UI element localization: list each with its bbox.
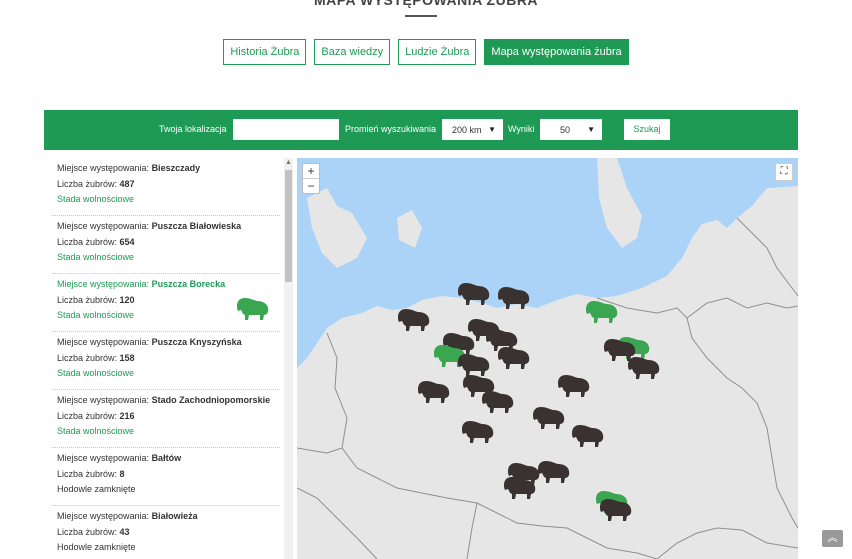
bison-count: 158: [119, 352, 135, 363]
nav-mapa-button[interactable]: Mapa występowania żubra: [484, 39, 629, 65]
bison-count: 654: [119, 236, 135, 247]
location-prefix: Miejsce występowania:: [57, 337, 150, 347]
zoom-control: + −: [302, 163, 320, 194]
count-prefix: Liczba żubrów:: [57, 410, 118, 421]
location-prefix: Miejsce występowania:: [57, 395, 150, 405]
chevron-down-icon: ▼: [587, 125, 595, 134]
location-prefix: Miejsce występowania:: [57, 163, 150, 173]
results-value: 50: [560, 125, 571, 135]
herd-type: Hodowle zamknięte: [57, 484, 136, 494]
bison-icon: [237, 298, 269, 320]
location-name: Puszcza Białowieska: [151, 221, 242, 231]
location-prefix: Miejsce występowania:: [57, 221, 150, 231]
nav-baza-wiedzy-button[interactable]: Baza wiedzy: [314, 39, 391, 65]
location-list: Miejsce występowania: Bieszczady Liczba …: [52, 158, 280, 559]
scroll-up-arrow-icon[interactable]: ▲: [284, 158, 293, 168]
nav-tabs: Historia Żubra Baza wiedzy Ludzie Żubra …: [0, 39, 852, 65]
search-bar: Twoja lokalizacja Promień wyszukiwania 2…: [44, 110, 798, 150]
list-item[interactable]: Miejsce występowania: Bieszczady Liczba …: [52, 158, 280, 216]
nav-historia-button[interactable]: Historia Żubra: [223, 39, 307, 65]
count-prefix: Liczba żubrów:: [57, 236, 118, 247]
location-name: Puszcza Knyszyńska: [151, 337, 242, 347]
radius-label: Promień wyszukiwania: [345, 124, 437, 134]
location-prefix: Miejsce występowania:: [57, 453, 150, 463]
title-underline: [405, 15, 437, 17]
bison-count: 487: [119, 178, 135, 189]
location-name: Bieszczady: [151, 163, 201, 173]
location-input[interactable]: [233, 119, 339, 140]
list-item[interactable]: Miejsce występowania: Puszcza Knyszyńska…: [52, 332, 280, 390]
herd-type: Stada wolnościowe: [57, 252, 135, 262]
location-name: Stado Zachodniopomorskie: [151, 395, 271, 405]
map-view[interactable]: + − ⛶: [297, 158, 798, 559]
search-button[interactable]: Szukaj: [624, 119, 670, 140]
scroll-to-top-button[interactable]: ︽: [822, 530, 843, 547]
scroll-thumb[interactable]: [285, 170, 292, 282]
count-prefix: Liczba żubrów:: [57, 178, 118, 189]
list-item[interactable]: Miejsce występowania: Stado Zachodniopom…: [52, 390, 280, 448]
fullscreen-icon[interactable]: ⛶: [775, 163, 793, 181]
count-prefix: Liczba żubrów:: [57, 526, 118, 537]
location-prefix: Miejsce występowania:: [57, 511, 150, 521]
list-item-selected[interactable]: Miejsce występowania: Puszcza Borecka Li…: [52, 274, 280, 332]
list-scrollbar[interactable]: ▲: [284, 158, 293, 559]
bison-count: 120: [119, 294, 135, 305]
location-name: Bałtów: [151, 453, 182, 463]
bison-count: 8: [119, 468, 125, 479]
map-canvas: [297, 158, 798, 559]
results-label: Wyniki: [508, 124, 535, 134]
chevron-down-icon: ▼: [488, 125, 496, 134]
list-item[interactable]: Miejsce występowania: Puszcza Białowiesk…: [52, 216, 280, 274]
list-item[interactable]: Miejsce występowania: Białowieża Liczba …: [52, 506, 280, 559]
herd-type: Stada wolnościowe: [57, 426, 135, 436]
count-prefix: Liczba żubrów:: [57, 468, 118, 479]
bison-count: 216: [119, 410, 135, 421]
location-name: Puszcza Borecka: [151, 279, 226, 289]
bison-count: 43: [119, 526, 130, 537]
location-label: Twoja lokalizacja: [159, 124, 227, 134]
list-item[interactable]: Miejsce występowania: Bałtów Liczba żubr…: [52, 448, 280, 506]
zoom-out-button[interactable]: −: [303, 178, 319, 193]
radius-value: 200 km: [452, 125, 482, 135]
nav-ludzie-button[interactable]: Ludzie Żubra: [398, 39, 477, 65]
location-prefix: Miejsce występowania:: [57, 279, 150, 289]
radius-select[interactable]: 200 km ▼: [442, 119, 503, 140]
results-select[interactable]: 50 ▼: [540, 119, 602, 140]
count-prefix: Liczba żubrów:: [57, 294, 118, 305]
location-name: Białowieża: [151, 511, 198, 521]
herd-type: Stada wolnościowe: [57, 368, 135, 378]
zoom-in-button[interactable]: +: [303, 164, 319, 178]
page-title: MAPA WYSTĘPOWANIA ŻUBRA: [313, 0, 539, 8]
herd-type: Hodowle zamknięte: [57, 542, 136, 552]
count-prefix: Liczba żubrów:: [57, 352, 118, 363]
herd-type: Stada wolnościowe: [57, 194, 135, 204]
